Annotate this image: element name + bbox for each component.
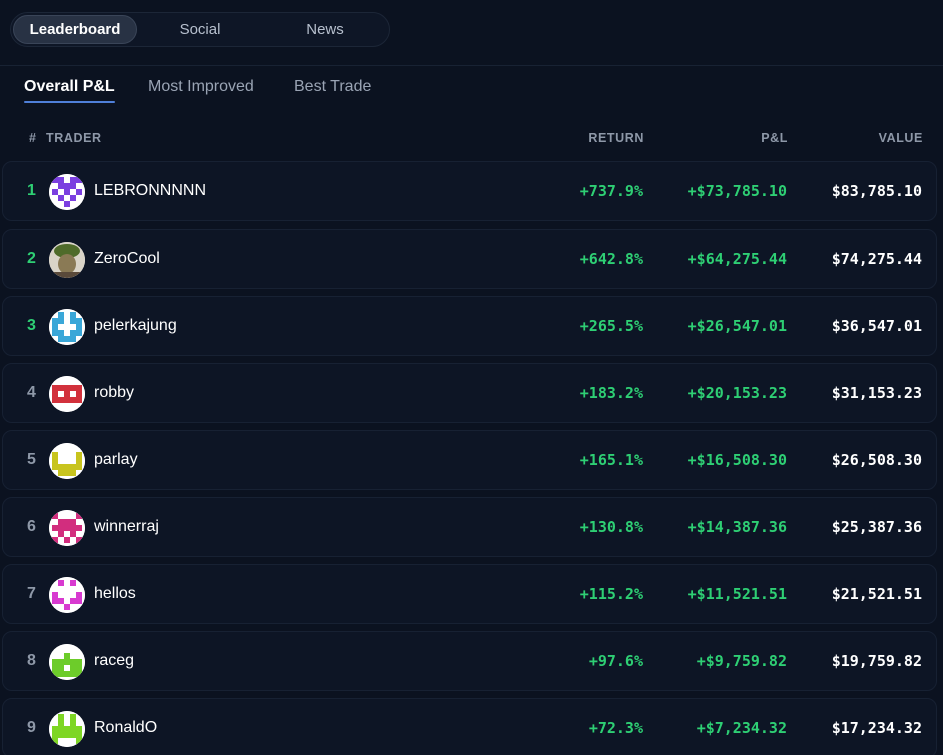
table-row[interactable]: 5 parlay +165.1% +$16,508.30 $26,508.30 (2, 430, 937, 490)
trader-name[interactable]: parlay (94, 431, 138, 489)
table-row[interactable]: 7 hellos +115.2% +$11,521.51 $21,521.51 (2, 564, 937, 624)
return-value: +130.8% (579, 518, 643, 536)
portfolio-value: $26,508.30 (831, 451, 922, 469)
blue-pixel-avatar-icon (49, 309, 85, 345)
red-pixel-avatar-icon (49, 376, 85, 412)
header-rank: # (29, 131, 37, 145)
trader-name[interactable]: hellos (94, 565, 136, 623)
pnl-value: +$73,785.10 (687, 182, 787, 200)
trader-name[interactable]: LEBRONNNNN (94, 162, 206, 220)
view-switcher: Leaderboard Social News (10, 12, 390, 47)
portfolio-value: $83,785.10 (831, 182, 922, 200)
portfolio-value: $31,153.23 (831, 384, 922, 402)
table-row[interactable]: 8 raceg +97.6% +$9,759.82 $19,759.82 (2, 631, 937, 691)
trader-name[interactable]: RonaldO (94, 699, 157, 755)
trader-name[interactable]: winnerraj (94, 498, 159, 556)
table-row[interactable]: 6 winnerraj +130.8% +$14,387.36 $25,387.… (2, 497, 937, 557)
green-pixel-avatar-icon (49, 644, 85, 680)
subtab-best-trade[interactable]: Best Trade (294, 78, 371, 103)
tab-leaderboard[interactable]: Leaderboard (13, 15, 137, 44)
trader-name[interactable]: pelerkajung (94, 297, 177, 355)
yellow-pixel-avatar-icon (49, 443, 85, 479)
lime-pixel-avatar-icon (49, 711, 85, 747)
tab-social[interactable]: Social (139, 15, 261, 44)
header-return: RETURN (588, 131, 644, 145)
pnl-value: +$9,759.82 (696, 652, 787, 670)
rank-number: 5 (27, 451, 36, 468)
portfolio-value: $36,547.01 (831, 317, 922, 335)
rank-number: 1 (27, 182, 36, 199)
tab-news[interactable]: News (263, 15, 387, 44)
portfolio-value: $17,234.32 (831, 719, 922, 737)
portfolio-value: $19,759.82 (831, 652, 922, 670)
table-row[interactable]: 9 RonaldO +72.3% +$7,234.32 $17,234.32 (2, 698, 937, 755)
header-trader: TRADER (46, 131, 102, 145)
header-value: VALUE (878, 131, 923, 145)
pnl-value: +$26,547.01 (687, 317, 787, 335)
trader-name[interactable]: raceg (94, 632, 134, 690)
trader-name[interactable]: robby (94, 364, 134, 422)
pink-pixel-avatar-icon (49, 510, 85, 546)
return-value: +165.1% (579, 451, 643, 469)
subtab-most-improved[interactable]: Most Improved (148, 78, 254, 103)
table-row[interactable]: 3 pelerkajung +265.5% +$26,547.01 $36,54… (2, 296, 937, 356)
header-pnl: P&L (761, 131, 788, 145)
pnl-value: +$11,521.51 (687, 585, 787, 603)
rank-number: 4 (27, 384, 36, 401)
return-value: +642.8% (579, 250, 643, 268)
magenta-pixel-avatar-icon (49, 577, 85, 613)
table-row[interactable]: 2 ZeroCool +642.8% +$64,275.44 $74,275.4… (2, 229, 937, 289)
return-value: +183.2% (579, 384, 643, 402)
rank-number: 6 (27, 518, 36, 535)
return-value: +737.9% (579, 182, 643, 200)
pnl-value: +$14,387.36 (687, 518, 787, 536)
return-value: +97.6% (588, 652, 643, 670)
leaderboard-subtabs: Overall P&L Most Improved Best Trade (0, 66, 943, 116)
return-value: +115.2% (579, 585, 643, 603)
portfolio-value: $25,387.36 (831, 518, 922, 536)
trader-name[interactable]: ZeroCool (94, 230, 160, 288)
subtab-overall-pnl[interactable]: Overall P&L (24, 78, 115, 103)
photo-avatar-icon (49, 242, 85, 278)
return-value: +265.5% (579, 317, 643, 335)
portfolio-value: $74,275.44 (831, 250, 922, 268)
purple-pixel-avatar-icon (49, 174, 85, 210)
top-bar: Leaderboard Social News (0, 0, 943, 66)
rank-number: 7 (27, 585, 36, 602)
return-value: +72.3% (588, 719, 643, 737)
pnl-value: +$7,234.32 (696, 719, 787, 737)
rank-number: 2 (27, 250, 36, 267)
pnl-value: +$20,153.23 (687, 384, 787, 402)
rank-number: 8 (27, 652, 36, 669)
table-row[interactable]: 1 LEBRONNNNN +737.9% +$73,785.10 $83,785… (2, 161, 937, 221)
rank-number: 3 (27, 317, 36, 334)
table-header: # TRADER RETURN P&L VALUE (0, 131, 943, 149)
table-row[interactable]: 4 robby +183.2% +$20,153.23 $31,153.23 (2, 363, 937, 423)
pnl-value: +$16,508.30 (687, 451, 787, 469)
rank-number: 9 (27, 719, 36, 736)
portfolio-value: $21,521.51 (831, 585, 922, 603)
pnl-value: +$64,275.44 (687, 250, 787, 268)
